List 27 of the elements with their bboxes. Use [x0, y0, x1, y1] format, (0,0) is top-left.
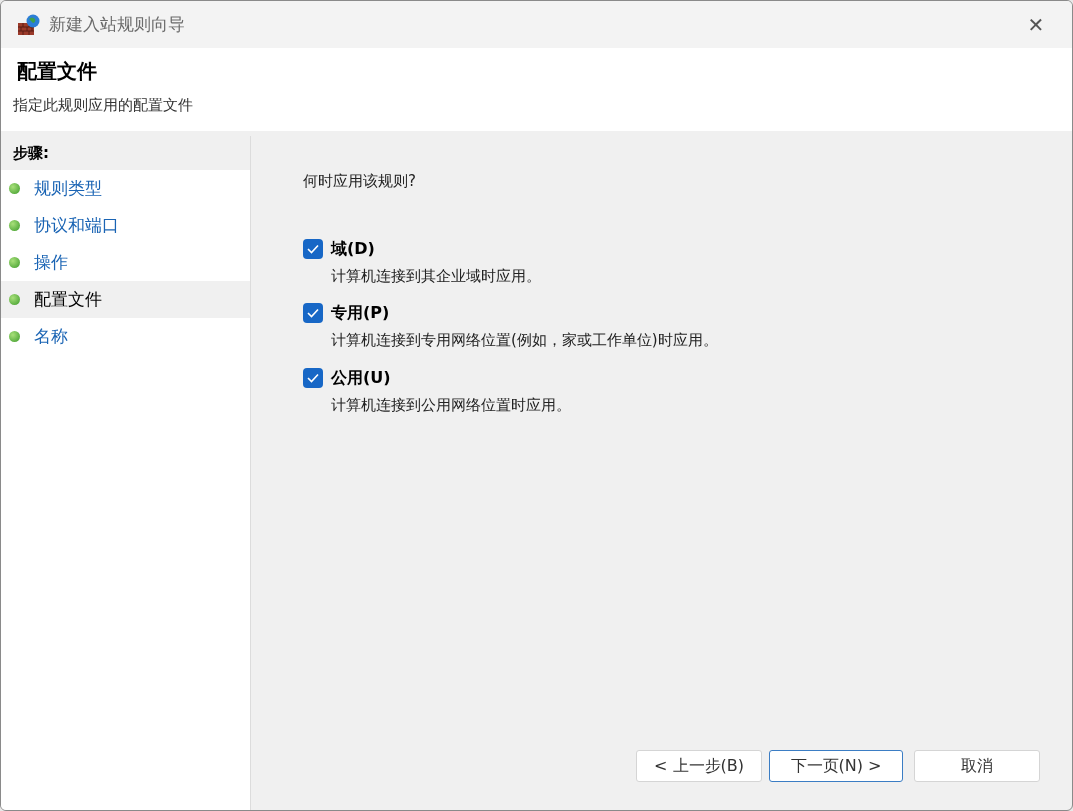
checkbox[interactable] [303, 303, 323, 323]
step-link[interactable]: 操作 [34, 249, 68, 276]
close-button[interactable]: ✕ [1020, 8, 1052, 41]
next-button[interactable]: 下一页(N) > [769, 750, 903, 782]
checkbox-label[interactable]: 公用(U) [331, 365, 391, 390]
checkmark-icon [307, 308, 319, 318]
profile-description: 计算机连接到专用网络位置(例如，家或工作单位)时应用。 [331, 330, 718, 351]
profile-description: 计算机连接到其企业域时应用。 [331, 265, 541, 287]
checkbox-label[interactable]: 专用(P) [331, 301, 390, 325]
checkbox-label[interactable]: 域(D) [331, 236, 375, 261]
window-title: 新建入站规则向导 [49, 12, 185, 36]
page-title: 配置文件 [17, 58, 98, 85]
back-button[interactable]: < 上一步(B) [636, 750, 762, 782]
checkmark-icon [307, 372, 319, 383]
checkbox[interactable] [303, 367, 323, 388]
step-link[interactable]: 规则类型 [34, 175, 102, 202]
cancel-button[interactable]: 取消 [914, 750, 1040, 782]
step-link[interactable]: 名称 [34, 323, 68, 350]
firewall-globe-icon [17, 12, 41, 37]
steps-heading: 步骤: [1, 136, 250, 170]
page-subtitle: 指定此规则应用的配置文件 [13, 95, 194, 116]
profile-description: 计算机连接到公用网络位置时应用。 [331, 394, 571, 416]
question-text: 何时应用该规则? [303, 171, 417, 192]
step-link[interactable]: 协议和端口 [34, 212, 119, 239]
checkmark-icon [307, 243, 319, 254]
step-link[interactable]: 配置文件 [34, 286, 102, 313]
checkbox[interactable] [303, 238, 323, 259]
